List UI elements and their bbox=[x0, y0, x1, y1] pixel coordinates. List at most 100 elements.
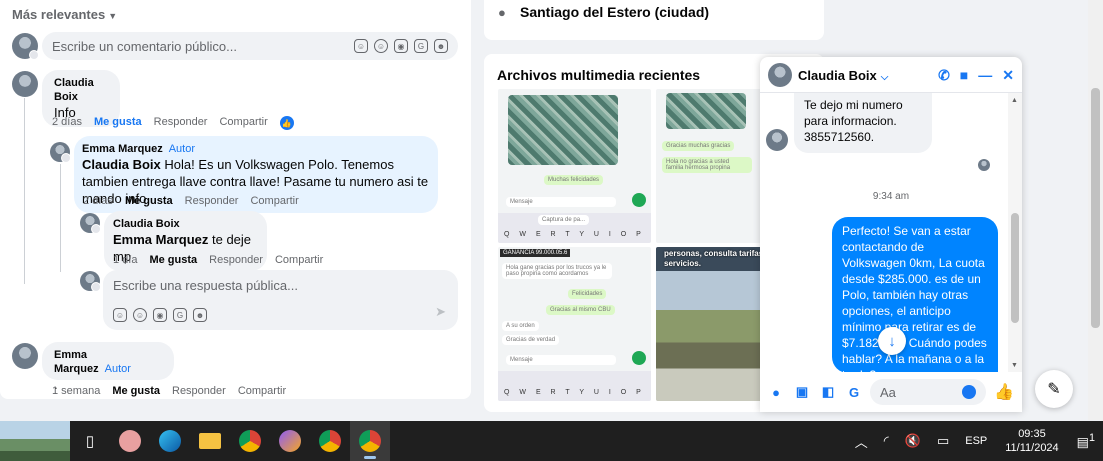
like-reaction-icon[interactable]: 👍 bbox=[279, 116, 294, 130]
comment-input[interactable]: Escribe un comentario público... ☺ ☺ ◉ G… bbox=[42, 32, 458, 60]
copilot-icon[interactable] bbox=[270, 421, 310, 461]
reply-input[interactable]: Escribe una respuesta pública... ☺ ☺ ◉ G… bbox=[103, 270, 458, 330]
wifi-icon[interactable]: ◜ bbox=[884, 433, 889, 449]
like-button[interactable]: Me gusta bbox=[125, 195, 173, 207]
clock[interactable]: 09:35 11/11/2024 bbox=[1005, 427, 1058, 455]
chat-msg: Gracias muchas gracias bbox=[662, 141, 735, 151]
scroll-up-icon[interactable]: ▲ bbox=[1011, 97, 1018, 104]
chrome-icon[interactable] bbox=[230, 421, 270, 461]
screenshot-tag: Captura de pa... bbox=[538, 215, 590, 225]
comment-author[interactable]: Claudia Boix bbox=[54, 76, 108, 104]
chrome-profile-icon[interactable] bbox=[310, 421, 350, 461]
gif-icon[interactable]: G bbox=[414, 39, 428, 53]
like-button[interactable]: Me gusta bbox=[94, 116, 142, 130]
sticker-icon[interactable]: ☺ bbox=[113, 308, 127, 322]
notification-icon[interactable]: ▤1 bbox=[1077, 432, 1095, 450]
avatar[interactable] bbox=[768, 63, 792, 87]
avatar[interactable] bbox=[50, 142, 71, 163]
chat-msg: Gracias de verdad bbox=[502, 335, 560, 345]
emoji-icon[interactable] bbox=[962, 385, 976, 399]
gif-icon[interactable]: G bbox=[173, 308, 187, 322]
page-scrollbar[interactable] bbox=[1088, 0, 1103, 420]
caret-down-icon: ▼ bbox=[108, 11, 118, 21]
like-button[interactable]: Me gusta bbox=[112, 385, 160, 397]
mic-icon[interactable]: ● bbox=[768, 384, 784, 400]
chrome-active-icon[interactable] bbox=[350, 421, 390, 461]
location-text[interactable]: Santiago del Estero (ciudad) bbox=[520, 4, 709, 20]
avatar[interactable] bbox=[12, 33, 39, 60]
emoji-icon[interactable]: ☺ bbox=[374, 39, 388, 53]
comment-time[interactable]: 2 días bbox=[83, 195, 113, 207]
camera-icon[interactable]: ◉ bbox=[153, 308, 167, 322]
avatar[interactable] bbox=[12, 71, 38, 97]
reply-button[interactable]: Responder bbox=[154, 116, 208, 130]
avatar-sticker-icon[interactable]: ☻ bbox=[193, 308, 207, 322]
author-name[interactable]: Emma Marquez bbox=[82, 143, 163, 155]
avatar[interactable] bbox=[80, 271, 101, 292]
image-icon[interactable]: ▣ bbox=[794, 384, 810, 400]
volume-muted-icon[interactable]: 🔇 bbox=[905, 433, 921, 449]
author-badge: Autor bbox=[104, 363, 131, 375]
incoming-message: Te dejo mi numero para informacion. 3855… bbox=[794, 93, 932, 153]
comment-time[interactable]: 1 día bbox=[113, 254, 137, 266]
composer-tools: ☺ ☺ ◉ G ☻ bbox=[354, 39, 448, 53]
comment-actions: 2 días Me gusta Responder Compartir bbox=[83, 195, 299, 207]
scroll-down-icon[interactable]: ▼ bbox=[1011, 362, 1018, 369]
task-view-icon[interactable]: ▯ bbox=[70, 421, 110, 461]
phone-icon[interactable]: ✆ bbox=[938, 67, 950, 84]
avatar-sticker-icon[interactable]: ☻ bbox=[434, 39, 448, 53]
chat-msg: Hola gane gracias por los trucos ya le p… bbox=[502, 263, 612, 279]
share-button[interactable]: Compartir bbox=[275, 254, 323, 266]
send-icon[interactable]: ➤ bbox=[435, 304, 446, 320]
arrow-down-icon[interactable]: ↓ bbox=[878, 327, 906, 355]
video-icon[interactable]: ■ bbox=[960, 67, 968, 84]
media-thumbnail[interactable]: Muchas felicidades Mensaje Q W E R T Y U… bbox=[498, 89, 651, 243]
mention[interactable]: Emma Marquez bbox=[113, 232, 208, 247]
sticker-icon[interactable]: ◧ bbox=[820, 384, 836, 400]
thumbs-up-icon[interactable]: 👍 bbox=[994, 382, 1014, 402]
clock-time: 09:35 bbox=[1018, 428, 1046, 440]
share-button[interactable]: Compartir bbox=[238, 385, 286, 397]
avatar[interactable] bbox=[80, 213, 101, 234]
close-icon[interactable]: ✕ bbox=[1002, 67, 1014, 84]
new-message-icon[interactable]: ✎ bbox=[1035, 370, 1073, 408]
comment-actions: 1 semana Me gusta Responder Compartir bbox=[52, 385, 286, 397]
share-button[interactable]: Compartir bbox=[219, 116, 267, 130]
chat-scrollbar[interactable]: ▲ ▼ bbox=[1008, 93, 1022, 373]
mention[interactable]: Claudia Boix bbox=[82, 157, 161, 172]
sticker-icon[interactable]: ☺ bbox=[354, 39, 368, 53]
chat-composer: ● ▣ ◧ G Aa 👍 bbox=[760, 372, 1022, 412]
file-explorer-icon[interactable] bbox=[190, 421, 230, 461]
emoji-icon[interactable]: ☺ bbox=[133, 308, 147, 322]
chat-contact[interactable]: Claudia Boix ⌵ bbox=[798, 68, 888, 83]
message-input[interactable]: Aa bbox=[870, 379, 986, 405]
widgets-button[interactable] bbox=[0, 421, 70, 461]
media-thumbnail[interactable]: GANANCIA 99.000.05.6 Hola gane gracias p… bbox=[498, 247, 651, 401]
share-button[interactable]: Compartir bbox=[250, 195, 298, 207]
comment-author[interactable]: Claudia Boix bbox=[113, 217, 258, 231]
scrollbar-thumb[interactable] bbox=[1091, 88, 1100, 328]
comment-time[interactable]: 2 días bbox=[52, 116, 82, 130]
chevron-up-icon[interactable]: ︿ bbox=[855, 432, 868, 451]
avatar[interactable] bbox=[12, 343, 38, 369]
location-pin-icon: ● bbox=[498, 5, 506, 20]
avatar[interactable] bbox=[766, 129, 788, 151]
minimize-icon[interactable]: — bbox=[978, 67, 992, 84]
language-indicator[interactable]: ESP bbox=[965, 435, 987, 447]
battery-icon[interactable]: ▭ bbox=[937, 433, 949, 449]
gif-icon[interactable]: G bbox=[846, 384, 862, 400]
app-icon[interactable] bbox=[110, 421, 150, 461]
camera-icon[interactable]: ◉ bbox=[394, 39, 408, 53]
scrollbar-thumb[interactable] bbox=[1011, 213, 1019, 323]
reply-button[interactable]: Responder bbox=[172, 385, 226, 397]
sort-dropdown[interactable]: Más relevantes ▼ bbox=[12, 7, 117, 22]
thread-line bbox=[60, 164, 61, 272]
comment-time[interactable]: 1 semana bbox=[52, 385, 100, 397]
author-name[interactable]: Emma Marquez bbox=[54, 349, 99, 375]
edge-icon[interactable] bbox=[150, 421, 190, 461]
reply-button[interactable]: Responder bbox=[185, 195, 239, 207]
outgoing-message: Perfecto! Se van a estar contactando de … bbox=[832, 217, 998, 373]
composer-actions: ● ▣ ◧ G bbox=[768, 384, 862, 400]
reply-button[interactable]: Responder bbox=[209, 254, 263, 266]
like-button[interactable]: Me gusta bbox=[149, 254, 197, 266]
